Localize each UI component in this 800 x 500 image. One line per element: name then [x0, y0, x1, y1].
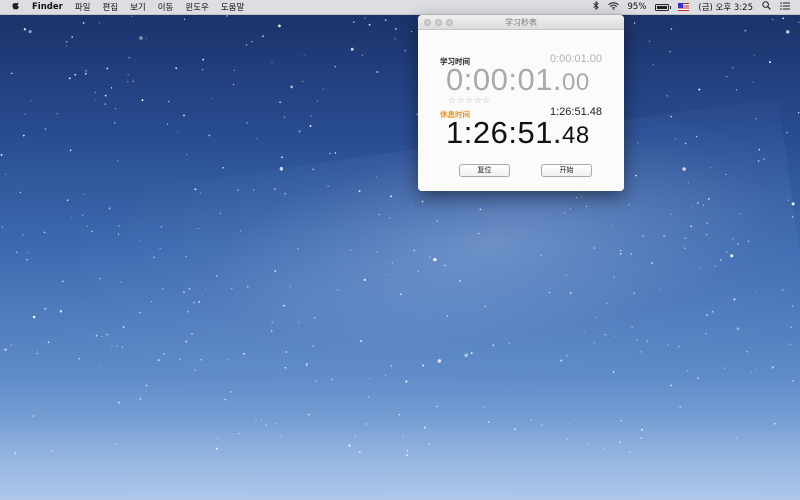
menu-edit[interactable]: 편집	[102, 1, 118, 13]
break-time-centiseconds: 48	[562, 122, 590, 149]
battery-icon[interactable]	[655, 3, 672, 11]
notification-center-icon[interactable]	[780, 1, 790, 13]
menu-finder[interactable]: Finder	[32, 2, 63, 12]
menubar-clock[interactable]: (금) 오후 3:25	[698, 1, 753, 13]
menu-left: Finder 파일 편집 보기 이동 윈도우 도움말	[0, 1, 244, 13]
input-source-flag-icon[interactable]	[678, 3, 690, 11]
start-button[interactable]: 开始	[541, 164, 592, 177]
reset-button[interactable]: 复位	[459, 164, 510, 177]
menu-bar: Finder 파일 편집 보기 이동 윈도우 도움말 95% (금) 오후 3:…	[0, 0, 800, 15]
bluetooth-icon[interactable]	[592, 0, 599, 13]
star-rating[interactable]: ☆☆☆☆☆	[448, 96, 491, 106]
break-time-main: 1:26:51.	[446, 115, 563, 150]
study-time-display: 0:00:01.00	[446, 62, 590, 98]
menu-go[interactable]: 이동	[158, 1, 174, 13]
menu-view[interactable]: 보기	[130, 1, 146, 13]
menu-help[interactable]: 도움말	[221, 1, 244, 13]
apple-logo-icon[interactable]	[12, 1, 20, 13]
study-time-centiseconds: 00	[562, 69, 590, 96]
spotlight-search-icon[interactable]	[762, 1, 771, 13]
break-time-display: 1:26:51.48	[446, 115, 590, 151]
menu-window[interactable]: 윈도우	[185, 1, 208, 13]
menu-file[interactable]: 파일	[75, 1, 91, 13]
status-area: 95% (금) 오후 3:25	[592, 0, 800, 13]
stopwatch-panel: 学习时间 0:00:01.00 0:00:01.00 ☆☆☆☆☆ 1:26:51…	[418, 15, 624, 191]
wifi-icon[interactable]	[607, 1, 619, 13]
study-time-main: 0:00:01.	[446, 62, 563, 97]
battery-percent[interactable]: 95%	[628, 2, 647, 12]
starfield	[0, 15, 800, 456]
